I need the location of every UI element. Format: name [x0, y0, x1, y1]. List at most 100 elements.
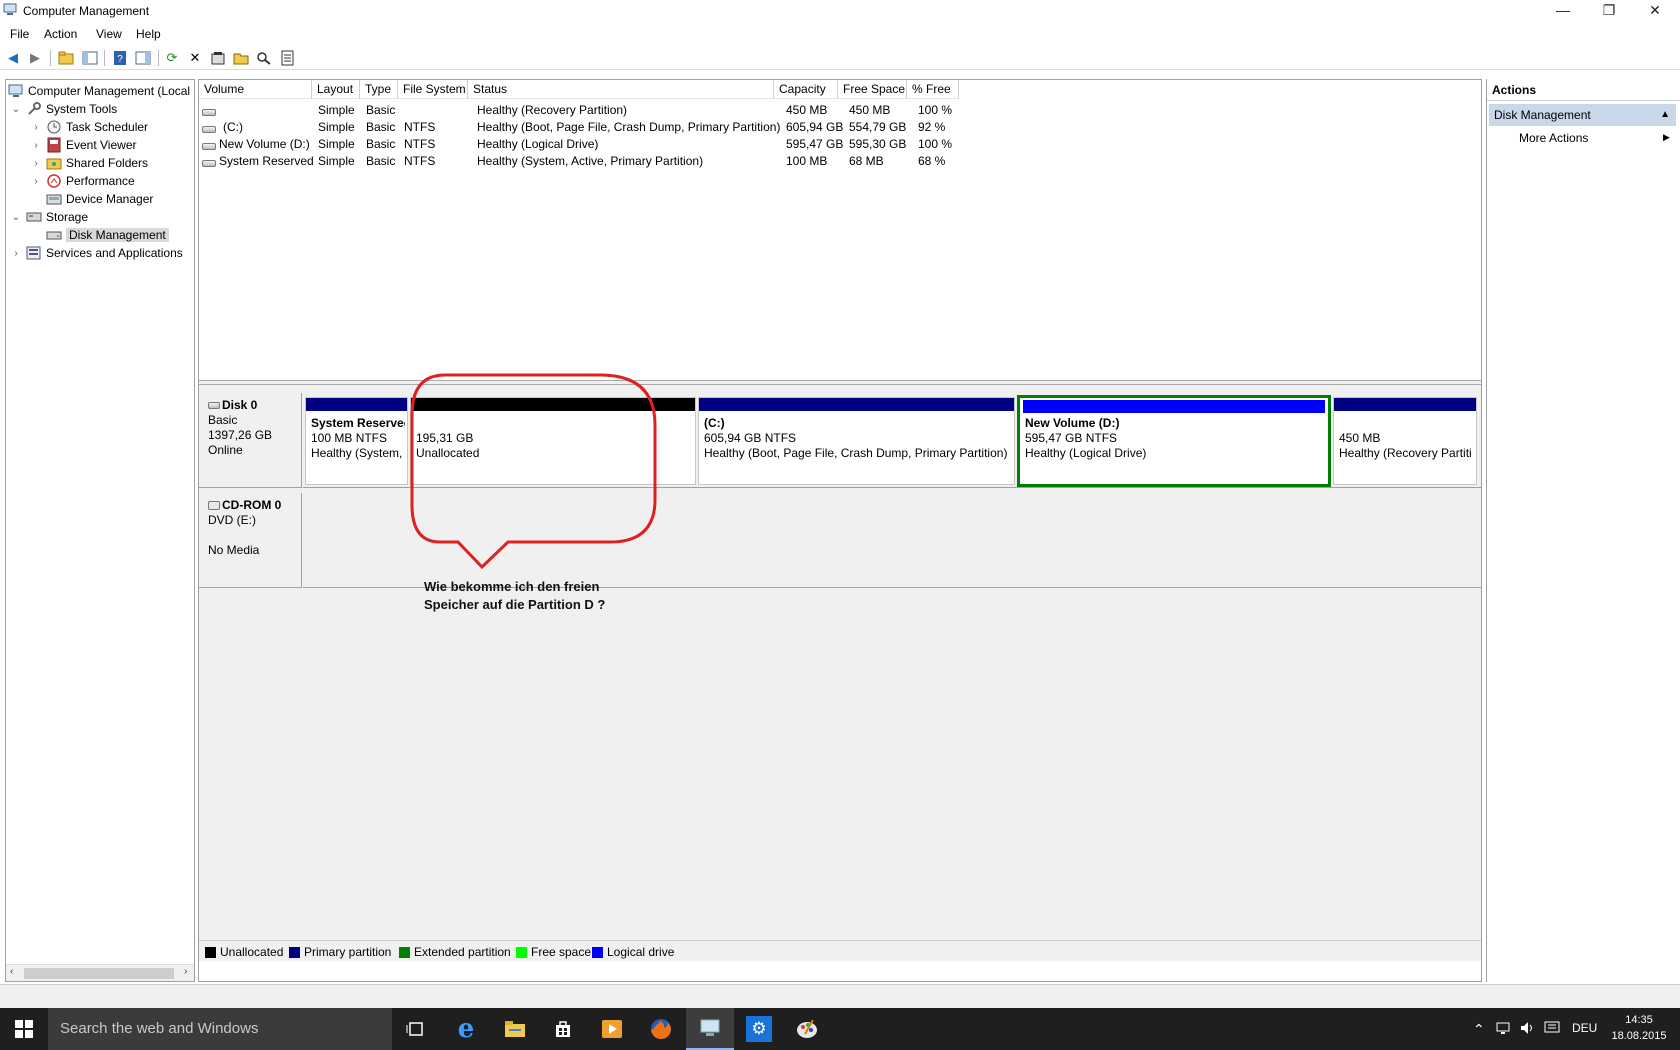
column-percent-free[interactable]: % Free [907, 80, 959, 99]
partition-d-extended[interactable]: New Volume (D:) 595,47 GB NTFS Healthy (… [1017, 395, 1331, 487]
legend-unallocated: Unallocated [205, 945, 283, 959]
restore-button[interactable]: ❐ [1586, 0, 1632, 22]
chevron-right-icon[interactable]: › [31, 158, 41, 169]
actions-pane: Actions Disk Management ▲ More Actions ▶ [1486, 79, 1680, 982]
tree-item-performance[interactable]: › Performance [31, 172, 134, 190]
export-list-icon[interactable] [279, 49, 297, 67]
partition-system-reserved[interactable]: System Reserved 100 MB NTFS Healthy (Sys… [305, 397, 408, 485]
horizontal-scrollbar[interactable]: ‹ › [6, 964, 194, 981]
tree-item-event-viewer[interactable]: › Event Viewer [31, 136, 136, 154]
disk-0-label[interactable]: Disk 0 Basic 1397,26 GB Online [199, 393, 302, 488]
legend-logical-drive: Logical drive [592, 945, 674, 959]
show-hide-tree-icon[interactable] [81, 49, 99, 67]
cell-type: Basic [366, 154, 396, 168]
volume-row[interactable]: Simple Basic Healthy (Recovery Partition… [199, 101, 1199, 118]
cell-volume: New Volume (D:) [219, 137, 310, 151]
open-folder-icon[interactable] [232, 49, 250, 67]
volume-row[interactable]: System Reserved Simple Basic NTFS Health… [199, 152, 1199, 169]
menu-help[interactable]: Help [136, 27, 161, 41]
firefox-icon[interactable] [637, 1008, 685, 1050]
properties-icon[interactable] [209, 49, 227, 67]
help-icon[interactable]: ? [111, 49, 129, 67]
partition-c[interactable]: (C:) 605,94 GB NTFS Healthy (Boot, Page … [698, 397, 1015, 485]
column-free-space[interactable]: Free Space [838, 80, 907, 99]
tree-item-system-tools[interactable]: ⌄ System Tools [11, 100, 117, 118]
menu-action[interactable]: Action [44, 27, 77, 41]
drive-icon [202, 105, 219, 119]
chevron-down-icon[interactable]: ⌄ [11, 104, 21, 115]
close-button[interactable]: ✕ [1632, 0, 1678, 22]
cdrom-0-label[interactable]: CD-ROM 0 DVD (E:) No Media [199, 493, 302, 588]
actions-title: Actions [1487, 79, 1680, 101]
start-button[interactable] [0, 1008, 48, 1050]
cell-capacity: 450 MB [786, 103, 828, 117]
tree-item-disk-management[interactable]: Disk Management [46, 226, 169, 244]
paint-icon[interactable] [783, 1008, 831, 1050]
partition-recovery[interactable]: 450 MB Healthy (Recovery Partiti [1333, 397, 1477, 485]
menu-view[interactable]: View [96, 27, 122, 41]
taskbar-search-box[interactable]: Search the web and Windows [48, 1008, 392, 1050]
column-layout[interactable]: Layout [312, 80, 360, 99]
cdrom-name: CD-ROM 0 [222, 498, 282, 512]
tree-item-computer-management[interactable]: Computer Management (Local [8, 82, 190, 100]
column-file-system[interactable]: File System [398, 80, 468, 99]
column-volume[interactable]: Volume [199, 80, 312, 99]
tree-item-device-manager[interactable]: Device Manager [46, 190, 153, 208]
delete-icon[interactable]: ✕ [186, 49, 204, 67]
tree-item-storage[interactable]: ⌄ Storage [11, 208, 88, 226]
edge-browser-icon[interactable]: e [442, 1008, 490, 1050]
actions-section-label: Disk Management [1494, 108, 1591, 122]
taskbar-clock[interactable]: 14:35 18.08.2015 [1604, 1012, 1674, 1044]
computer-management-taskbar-icon[interactable] [686, 1008, 734, 1050]
scroll-thumb[interactable] [24, 968, 174, 979]
find-icon[interactable] [255, 49, 273, 67]
disk-management-icon [46, 227, 62, 243]
chevron-right-icon[interactable]: › [31, 122, 41, 133]
notifications-icon[interactable] [1544, 1021, 1560, 1038]
disk-state: Online [208, 443, 243, 457]
tree-item-services-and-applications[interactable]: › Services and Applications [11, 244, 182, 262]
settings-icon[interactable]: ⚙ [735, 1008, 783, 1050]
actions-section-disk-management[interactable]: Disk Management ▲ [1489, 104, 1676, 126]
computer-management-icon [8, 83, 24, 99]
toolbar: ◀ ▶ ? ⟳ ✕ [0, 46, 1680, 70]
show-hide-action-pane-icon[interactable] [134, 49, 152, 67]
chevron-right-icon[interactable]: › [31, 176, 41, 187]
minimize-button[interactable]: — [1540, 0, 1586, 22]
task-view-icon[interactable] [392, 1008, 440, 1050]
collapse-up-icon[interactable]: ▲ [1660, 104, 1670, 126]
drive-icon [202, 122, 219, 136]
tree-label: Disk Management [66, 228, 169, 242]
column-type[interactable]: Type [360, 80, 398, 99]
scroll-left-icon[interactable]: ‹ [10, 966, 13, 977]
back-icon[interactable]: ◀ [4, 49, 22, 67]
volume-icon[interactable] [1520, 1021, 1536, 1038]
partition-status: Healthy (Recovery Partiti [1339, 446, 1472, 460]
chevron-right-icon[interactable]: › [31, 140, 41, 151]
media-player-icon[interactable] [588, 1008, 636, 1050]
tree-item-task-scheduler[interactable]: › Task Scheduler [31, 118, 148, 136]
tree-item-shared-folders[interactable]: › Shared Folders [31, 154, 148, 172]
volume-row[interactable]: New Volume (D:) Simple Basic NTFS Health… [199, 135, 1199, 152]
svg-text:?: ? [117, 54, 123, 65]
annotation-text: Wie bekomme ich den freien Speicher auf … [424, 578, 605, 614]
network-icon[interactable] [1496, 1021, 1512, 1038]
volume-row[interactable]: (C:) Simple Basic NTFS Healthy (Boot, Pa… [199, 118, 1199, 135]
store-icon[interactable] [539, 1008, 587, 1050]
show-hidden-icons-icon[interactable]: ⌃ [1473, 1021, 1485, 1038]
more-actions-item[interactable]: More Actions [1519, 131, 1588, 145]
scroll-right-icon[interactable]: › [184, 966, 187, 977]
chevron-right-icon[interactable]: › [11, 248, 21, 259]
menu-file[interactable]: File [10, 27, 29, 41]
input-language[interactable]: DEU [1572, 1021, 1597, 1035]
chevron-down-icon[interactable]: ⌄ [11, 212, 21, 223]
cell-percent-free: 100 % [918, 137, 953, 151]
status-bar [0, 984, 1680, 1008]
submenu-arrow-icon[interactable]: ▶ [1663, 132, 1670, 143]
up-folder-icon[interactable] [57, 49, 75, 67]
file-explorer-icon[interactable] [491, 1008, 539, 1050]
column-capacity[interactable]: Capacity [774, 80, 838, 99]
refresh-icon[interactable]: ⟳ [163, 49, 181, 67]
column-status[interactable]: Status [468, 80, 774, 99]
forward-icon[interactable]: ▶ [26, 49, 44, 67]
